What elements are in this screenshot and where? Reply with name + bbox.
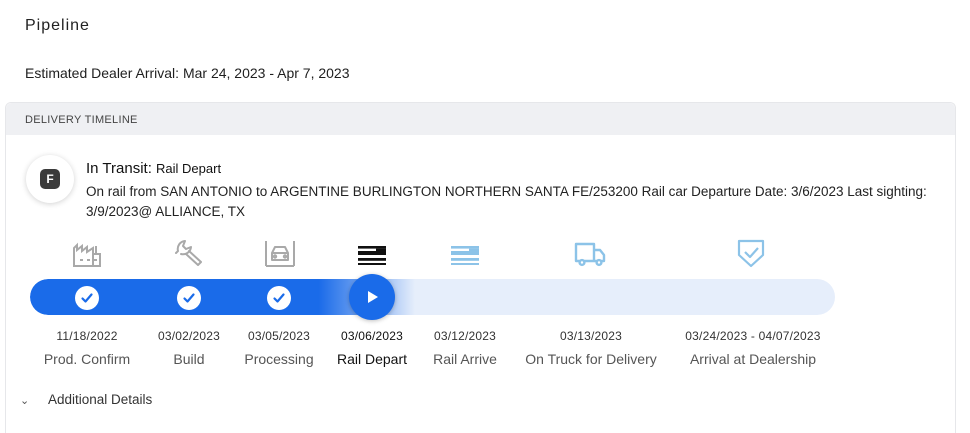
estimated-arrival: Estimated Dealer Arrival: Mar 24, 2023 -…: [25, 65, 350, 81]
stage-date: 03/13/2023: [559, 329, 623, 343]
truck-icon: [574, 242, 606, 267]
shield-check-icon: [737, 239, 765, 268]
wrench-icon: [175, 240, 202, 266]
check-icon: [267, 286, 291, 310]
additional-details-label: Additional Details: [48, 392, 153, 407]
train-depart-icon: [358, 246, 386, 265]
additional-details-toggle[interactable]: ⌄ Additional Details: [20, 392, 152, 407]
status-line: In Transit: Rail Depart: [86, 160, 221, 177]
badge-letter: F: [40, 169, 60, 189]
chevron-down-icon: ⌄: [20, 395, 30, 407]
delivery-timeline-card: DELIVERY TIMELINE F In Transit: Rail Dep…: [5, 102, 956, 433]
car-processing-icon: [265, 241, 295, 267]
status-sub: Rail Depart: [156, 161, 222, 176]
status-main: In Transit:: [86, 160, 152, 177]
status-detail: On rail from SAN ANTONIO to ARGENTINE BU…: [86, 184, 927, 219]
card-header: DELIVERY TIMELINE: [6, 103, 955, 135]
check-icon: [75, 286, 99, 310]
progress-track: [30, 279, 835, 315]
status-badge: F: [26, 155, 74, 203]
page-title: Pipeline: [25, 17, 90, 34]
stage-date: 03/24/2023 - 04/07/2023: [685, 329, 821, 343]
factory-icon: [73, 242, 101, 267]
train-arrive-icon: [451, 246, 479, 265]
current-stage-play-icon: [349, 274, 395, 320]
stage-label: Arrival at Dealership: [689, 351, 817, 367]
stage-label: On Truck for Delivery: [525, 351, 657, 367]
check-icon: [177, 286, 201, 310]
